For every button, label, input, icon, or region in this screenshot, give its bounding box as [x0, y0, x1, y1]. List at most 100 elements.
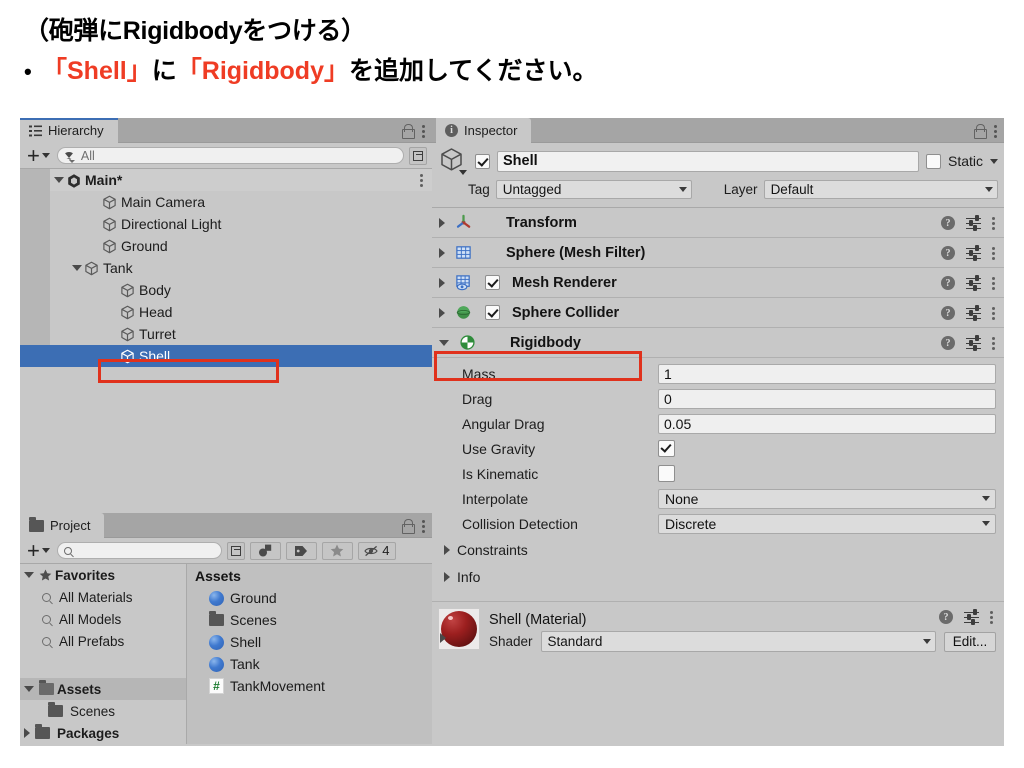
hierarchy-row-main[interactable]: Main* — [20, 169, 432, 191]
favorite-all-prefabs[interactable]: All Prefabs — [20, 630, 186, 652]
project-create-button[interactable]: + — [25, 539, 52, 561]
shader-dropdown[interactable]: Standard — [540, 631, 936, 652]
project-search-input[interactable] — [56, 542, 222, 559]
lock-icon[interactable] — [402, 519, 415, 534]
component-enabled-checkbox[interactable] — [485, 275, 500, 290]
component-row-sphere-collider[interactable]: Sphere Collider? — [432, 298, 1004, 328]
hierarchy-row-ground[interactable]: Ground — [20, 235, 432, 257]
preset-icon[interactable] — [964, 609, 979, 625]
preset-icon[interactable] — [966, 335, 981, 351]
tab-inspector[interactable]: i Inspector — [436, 118, 532, 143]
chevron-right-icon[interactable] — [439, 307, 445, 318]
label-filter-button[interactable] — [285, 541, 317, 560]
component-menu-icon[interactable] — [992, 306, 996, 320]
property-row-mass: Mass 1 — [440, 361, 996, 386]
chevron-down-icon[interactable] — [72, 265, 82, 271]
chevron-down-icon[interactable] — [439, 339, 449, 346]
assets-folder-row[interactable]: Assets — [20, 678, 186, 700]
game-object-icon[interactable] — [438, 147, 468, 175]
chevron-right-icon[interactable] — [439, 277, 445, 288]
material-foldout-icon[interactable] — [440, 633, 446, 643]
component-row-mesh-renderer[interactable]: Mesh Renderer? — [432, 268, 1004, 298]
property-input-angular-drag[interactable]: 0.05 — [658, 413, 996, 434]
favorite-all-models[interactable]: All Models — [20, 608, 186, 630]
row-content: Main* — [20, 172, 122, 188]
project-menu-icon[interactable] — [422, 519, 426, 533]
tag-dropdown[interactable]: Untagged — [495, 180, 692, 199]
hierarchy-row-body[interactable]: Body — [20, 279, 432, 301]
hierarchy-search-input[interactable]: All — [56, 147, 404, 164]
foldout-info[interactable]: Info — [440, 563, 996, 590]
favorites-filter-button[interactable] — [321, 541, 353, 560]
object-active-checkbox[interactable] — [475, 153, 490, 169]
property-input-drag[interactable]: 0 — [658, 388, 996, 409]
favorite-all-materials[interactable]: All Materials — [20, 586, 186, 608]
hierarchy-row-main-camera[interactable]: Main Camera — [20, 191, 432, 213]
component-row-sphere-mesh-filter[interactable]: Sphere (Mesh Filter)? — [432, 238, 1004, 268]
hierarchy-row-head[interactable]: Head — [20, 301, 432, 323]
property-checkbox-use-gravity[interactable] — [658, 440, 675, 457]
hierarchy-row-tank[interactable]: Tank — [20, 257, 432, 279]
layer-label: Layer — [723, 182, 758, 197]
project-picker-button[interactable] — [226, 541, 245, 560]
component-row-rigidbody[interactable]: Rigidbody? — [432, 328, 1004, 358]
property-checkbox-is-kinematic[interactable] — [658, 465, 675, 482]
help-icon[interactable]: ? — [941, 246, 955, 260]
tab-project[interactable]: Project — [20, 513, 105, 538]
favorites-group[interactable]: Favorites — [20, 564, 186, 586]
chevron-right-icon[interactable] — [439, 217, 445, 228]
asset-item-ground[interactable]: Ground — [187, 587, 432, 609]
chevron-right-icon — [24, 728, 30, 738]
lock-icon[interactable] — [402, 124, 415, 139]
component-menu-icon[interactable] — [992, 276, 996, 290]
help-icon[interactable]: ? — [941, 216, 955, 230]
hierarchy-row-turret[interactable]: Turret — [20, 323, 432, 345]
component-enabled-checkbox[interactable] — [485, 305, 500, 320]
foldout-label: Info — [457, 568, 481, 585]
packages-folder-row[interactable]: Packages — [20, 722, 186, 744]
hierarchy-picker-button[interactable] — [409, 146, 427, 165]
foldout-constraints[interactable]: Constraints — [440, 536, 996, 563]
asset-item-shell[interactable]: Shell — [187, 631, 432, 653]
asset-item-tank[interactable]: Tank — [187, 653, 432, 675]
chevron-right-icon[interactable] — [439, 247, 445, 258]
component-menu-icon[interactable] — [992, 246, 996, 260]
preset-icon[interactable] — [966, 245, 981, 261]
static-checkbox[interactable] — [925, 153, 941, 169]
asset-item-scenes[interactable]: Scenes — [187, 609, 432, 631]
inspector-menu-icon[interactable] — [994, 124, 998, 138]
chevron-down-icon[interactable] — [54, 177, 64, 183]
assets-child-scenes[interactable]: Scenes — [20, 700, 186, 722]
preset-icon[interactable] — [966, 305, 981, 321]
project-folder-tree: Favorites All Materials All Models All Pre… — [20, 564, 187, 744]
help-icon[interactable]: ? — [941, 336, 955, 350]
asset-items: Ground Scenes Shell Tank # TankMovement — [187, 587, 432, 697]
help-icon[interactable]: ? — [941, 276, 955, 290]
shader-edit-button[interactable]: Edit... — [944, 631, 996, 652]
property-input-mass[interactable]: 1 — [658, 363, 996, 384]
preset-icon[interactable] — [966, 215, 981, 231]
lock-icon[interactable] — [974, 124, 987, 139]
hidden-packages-button[interactable]: 4 — [357, 541, 396, 560]
object-name-input[interactable]: Shell — [497, 150, 919, 172]
static-dropdown-icon[interactable] — [990, 158, 998, 164]
layer-dropdown[interactable]: Default — [763, 180, 998, 199]
hierarchy-search-text: All — [80, 148, 95, 163]
hierarchy-menu-icon[interactable] — [422, 124, 426, 138]
tab-hierarchy[interactable]: Hierarchy — [20, 118, 118, 143]
material-menu-icon[interactable] — [990, 610, 994, 624]
component-menu-icon[interactable] — [992, 336, 996, 350]
preset-icon[interactable] — [966, 275, 981, 291]
scene-menu-icon[interactable] — [420, 173, 424, 187]
component-menu-icon[interactable] — [992, 216, 996, 230]
hierarchy-create-button[interactable]: + — [25, 144, 52, 166]
asset-item-tankmovement[interactable]: # TankMovement — [187, 675, 432, 697]
help-icon[interactable]: ? — [939, 610, 953, 624]
component-row-transform[interactable]: Transform? — [432, 208, 1004, 238]
asset-type-filter-button[interactable] — [249, 541, 281, 560]
help-icon[interactable]: ? — [941, 306, 955, 320]
hierarchy-row-shell[interactable]: Shell — [20, 345, 432, 367]
hierarchy-row-directional-light[interactable]: Directional Light — [20, 213, 432, 235]
property-dropdown-collision-detection[interactable]: Discrete — [658, 513, 996, 534]
property-dropdown-interpolate[interactable]: None — [658, 488, 996, 509]
